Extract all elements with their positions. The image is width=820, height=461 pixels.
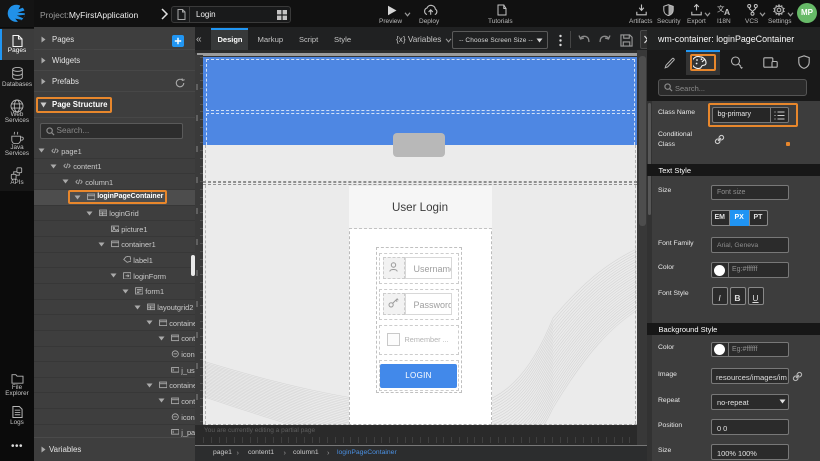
svg-text:A: A (724, 7, 730, 16)
